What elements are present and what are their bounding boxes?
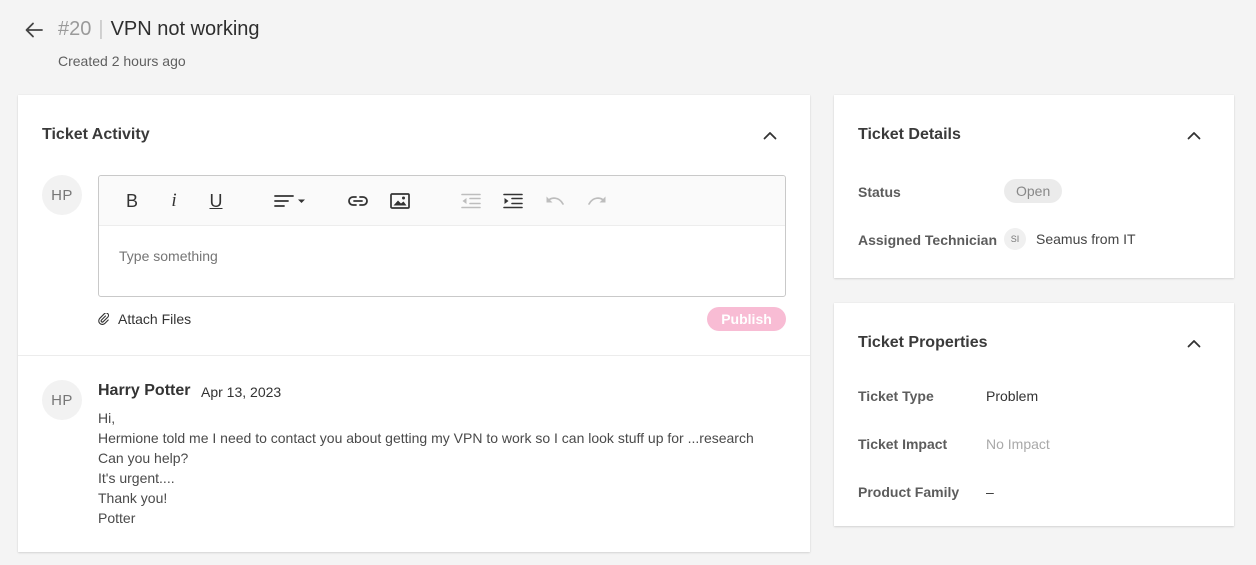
comment-author: Harry Potter (98, 382, 191, 399)
collapse-properties-button[interactable] (1184, 333, 1204, 353)
status-label: Status (858, 184, 901, 200)
page-header: #20 | VPN not working Created 2 hours ag… (0, 0, 1256, 90)
chevron-up-icon (1187, 339, 1201, 347)
align-dropdown-button[interactable] (272, 189, 308, 213)
comment-line: Thank you! (98, 490, 168, 506)
page-title: #20 | VPN not working (58, 16, 260, 42)
ticket-impact-value[interactable]: No Impact (986, 436, 1050, 452)
comment-line: Potter (98, 510, 136, 526)
outdent-icon (461, 193, 481, 209)
arrow-left-icon (25, 22, 43, 38)
collapse-activity-button[interactable] (760, 125, 780, 145)
underline-icon: U (209, 190, 223, 211)
attach-files-button[interactable]: Attach Files (98, 311, 191, 327)
ticket-properties-card: Ticket Properties Ticket Type Problem Ti… (834, 303, 1234, 526)
technician-avatar: SI (1004, 228, 1026, 250)
current-user-avatar: HP (42, 175, 82, 215)
chevron-up-icon (763, 131, 777, 139)
image-icon (390, 193, 410, 209)
publish-button[interactable]: Publish (707, 307, 786, 331)
status-badge[interactable]: Open (1004, 179, 1063, 203)
comment-line: Hi, (98, 410, 116, 426)
bold-icon: B (125, 190, 138, 211)
chevron-up-icon (1187, 131, 1201, 139)
redo-button[interactable] (585, 189, 609, 213)
ticket-type-value[interactable]: Problem (986, 388, 1038, 404)
ticket-title: VPN not working (110, 17, 260, 40)
undo-button[interactable] (543, 189, 567, 213)
assigned-technician-label: Assigned Technician (858, 232, 997, 248)
ticket-activity-title: Ticket Activity (42, 126, 150, 143)
collapse-details-button[interactable] (1184, 125, 1204, 145)
comment-body: Hi, Hermione told me I need to contact y… (98, 408, 754, 528)
paperclip-icon (98, 313, 109, 325)
comment-author-avatar: HP (42, 380, 82, 420)
comment-editor: B i U (98, 175, 786, 297)
back-button[interactable] (22, 18, 46, 42)
indent-icon (503, 193, 523, 209)
comment-date: Apr 13, 2023 (201, 384, 282, 400)
ticket-type-label: Ticket Type (858, 388, 934, 404)
editor-toolbar: B i U (99, 176, 785, 226)
comment-line: It's urgent.... (98, 470, 175, 486)
italic-button[interactable]: i (162, 189, 186, 213)
attach-files-label: Attach Files (118, 311, 192, 327)
comment-line: Can you help? (98, 450, 189, 466)
align-left-icon (274, 195, 305, 207)
title-separator: | (98, 17, 104, 40)
bold-button[interactable]: B (120, 189, 144, 213)
product-family-label: Product Family (858, 484, 960, 500)
comment-line: Hermione told me I need to contact you a… (98, 430, 754, 446)
undo-icon (546, 196, 564, 205)
activity-divider (18, 355, 810, 356)
product-family-value[interactable]: – (986, 484, 994, 500)
link-button[interactable] (346, 189, 370, 213)
created-timestamp: Created 2 hours ago (58, 53, 186, 69)
ticket-details-card: Ticket Details Status Open Assigned Tech… (834, 95, 1234, 278)
ticket-impact-label: Ticket Impact (858, 436, 948, 452)
redo-icon (588, 196, 606, 205)
indent-button[interactable] (501, 189, 525, 213)
ticket-number: #20 (58, 17, 92, 40)
comment-input[interactable] (119, 248, 759, 264)
link-icon (348, 196, 368, 206)
technician-name[interactable]: Seamus from IT (1036, 231, 1136, 247)
ticket-properties-title: Ticket Properties (858, 334, 988, 351)
ticket-activity-card: Ticket Activity HP B i U Type something … (18, 95, 810, 552)
underline-button[interactable]: U (204, 189, 228, 213)
outdent-button[interactable] (459, 189, 483, 213)
ticket-details-title: Ticket Details (858, 126, 961, 143)
image-button[interactable] (388, 189, 412, 213)
italic-icon: i (171, 190, 177, 211)
